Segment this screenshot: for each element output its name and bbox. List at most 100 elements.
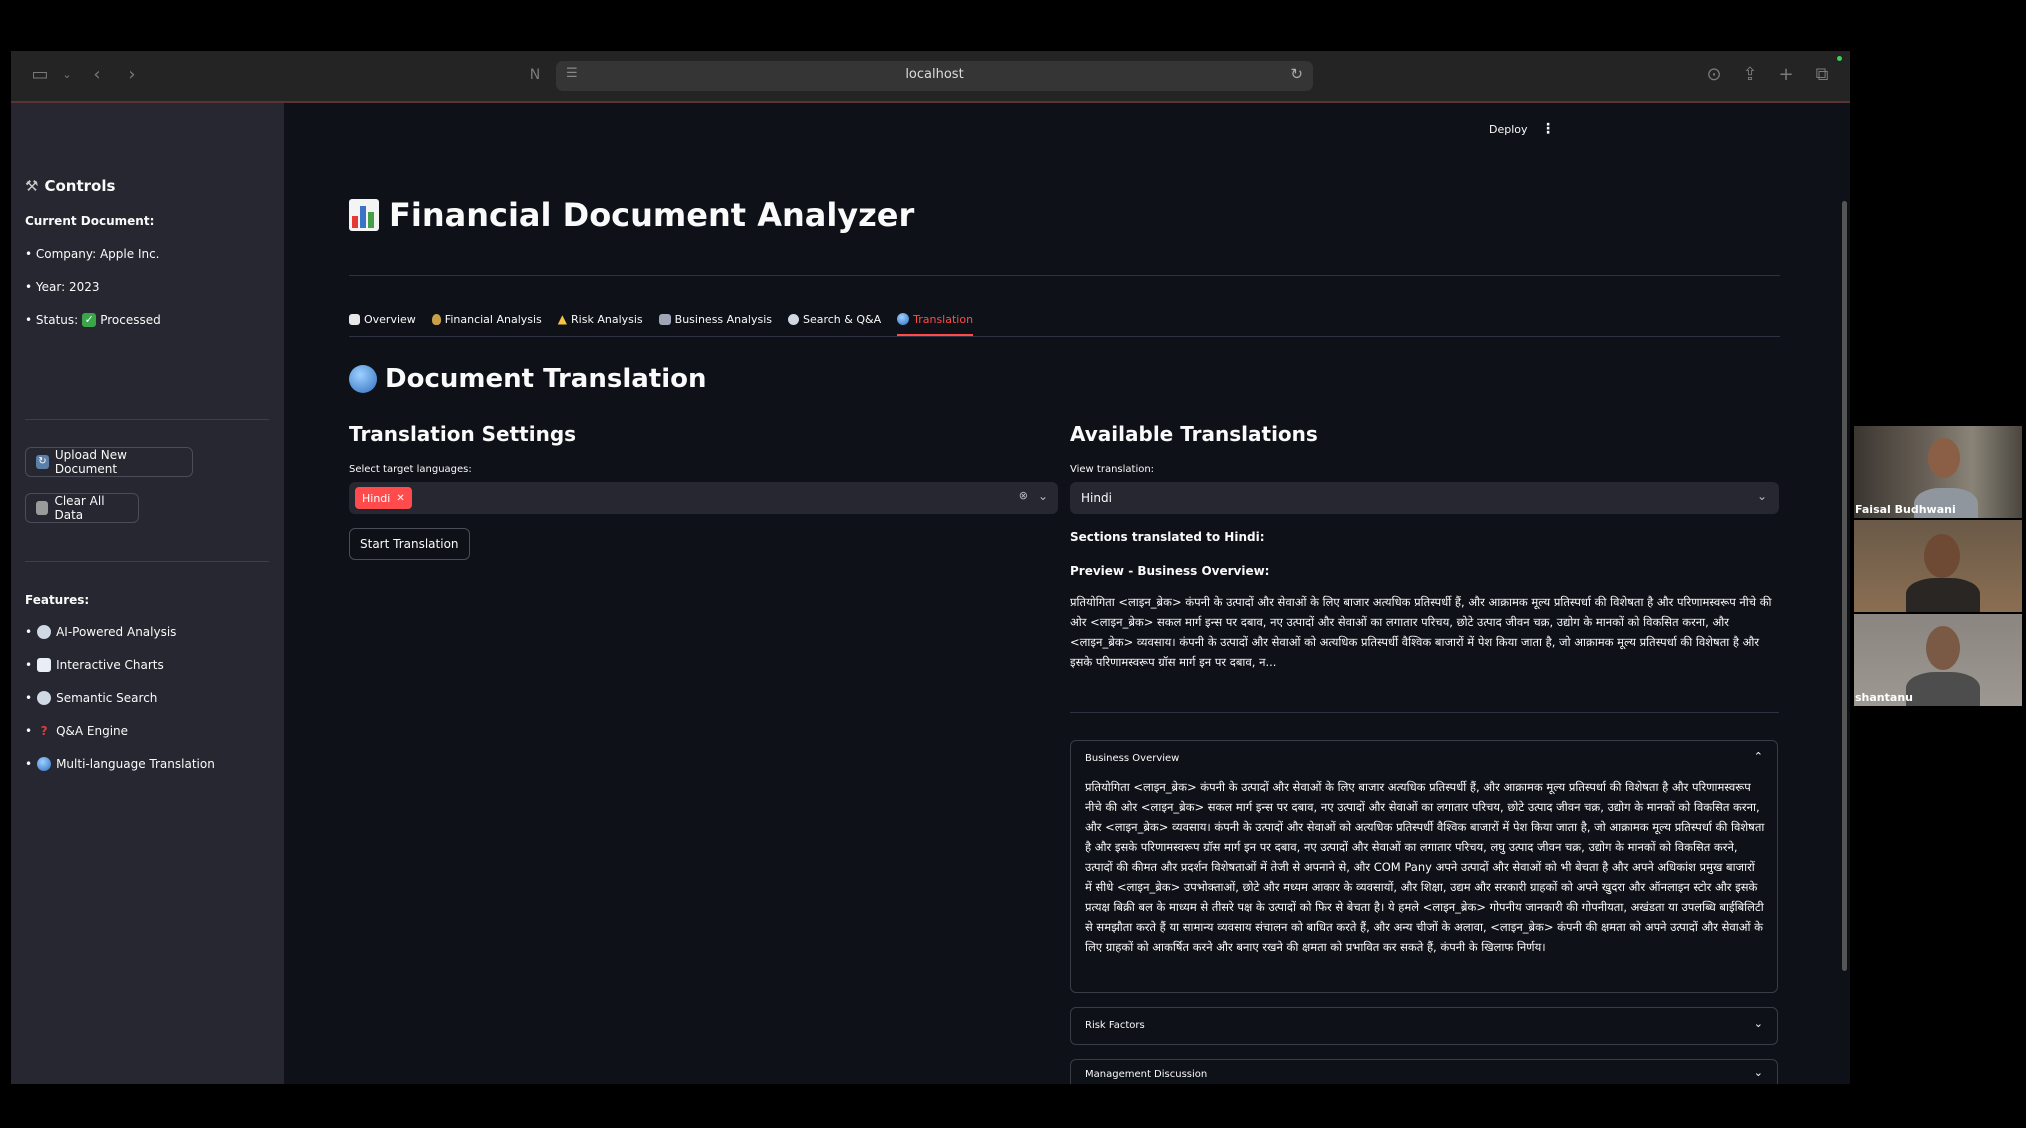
recording-indicator: [1837, 56, 1842, 61]
participant-video: [1906, 672, 1980, 706]
chevron-up-icon[interactable]: ⌃: [1754, 750, 1763, 763]
participant-name: Faisal Budhwani: [1855, 503, 1956, 516]
remove-chip-icon[interactable]: ✕: [396, 493, 404, 504]
tab-label: Overview: [364, 312, 416, 326]
notion-icon[interactable]: N: [524, 64, 546, 86]
question-icon: ?: [40, 724, 48, 738]
back-icon[interactable]: ‹: [86, 64, 108, 86]
preview-divider: [1070, 712, 1779, 713]
browser-toolbar: ▭ ⌄ ‹ › N ☰ localhost ↻ ⊙ ⇪ + ⧉: [11, 51, 1850, 103]
clear-button-label: Clear All Data: [54, 494, 105, 522]
expander-title: Management Discussion: [1085, 1069, 1208, 1080]
status-line: • Status: ✓ Processed: [25, 313, 161, 327]
screen: ▭ ⌄ ‹ › N ☰ localhost ↻ ⊙ ⇪ + ⧉ ⚒ Contro…: [0, 0, 2026, 1128]
feature-item: • Multi-language Translation: [25, 757, 215, 771]
feature-label: Q&A Engine: [56, 724, 129, 738]
tab-bar: Overview Financial Analysis ▲ Risk Analys…: [349, 312, 973, 336]
tab-financial-analysis[interactable]: Financial Analysis: [431, 312, 542, 336]
features-text: Features:: [25, 593, 90, 607]
tabs-overview-icon[interactable]: ⧉: [1811, 64, 1833, 86]
tab-risk-analysis[interactable]: ▲ Risk Analysis: [558, 312, 643, 336]
current-document-text: Current Document:: [25, 214, 155, 228]
tab-label: Translation: [913, 312, 974, 326]
sidebar: ⚒ Controls Current Document: • Company: …: [11, 103, 284, 1084]
feature-item: • Semantic Search: [25, 691, 158, 705]
tools-icon: ⚒: [25, 177, 39, 195]
download-icon[interactable]: ⊙: [1703, 64, 1725, 86]
tabs-divider: [349, 336, 1780, 337]
view-translation-select[interactable]: Hindi ⌄: [1070, 482, 1779, 514]
tab-label: Business Analysis: [674, 312, 772, 326]
current-document-label: Current Document:: [25, 214, 154, 228]
chevron-down-icon[interactable]: ⌄: [1754, 1017, 1763, 1030]
new-tab-icon[interactable]: +: [1775, 64, 1797, 86]
main-menu-icon[interactable]: ⋮: [1541, 121, 1555, 137]
chevron-down-icon[interactable]: ⌄: [1754, 1066, 1763, 1079]
tab-overview[interactable]: Overview: [349, 312, 416, 336]
upload-new-document-button[interactable]: ↻ Upload New Document: [25, 447, 193, 477]
feature-item: • AI-Powered Analysis: [25, 625, 177, 639]
feature-item: • Interactive Charts: [25, 658, 164, 672]
chevron-down-icon[interactable]: ⌄: [1757, 489, 1767, 503]
expander-body: प्रतियोगिता <लाइन_ब्रेक> कंपनी के उत्पाद…: [1085, 780, 1765, 954]
start-translation-button[interactable]: Start Translation: [349, 528, 470, 560]
clipboard-icon: [349, 313, 360, 325]
feature-label: Semantic Search: [56, 691, 158, 705]
year-line: • Year: 2023: [25, 280, 100, 294]
target-languages-multiselect[interactable]: Hindi ✕ ⊗ ⌄: [349, 482, 1058, 514]
reload-icon[interactable]: ↻: [1290, 65, 1303, 83]
expander-title: Risk Factors: [1085, 1020, 1145, 1031]
upload-button-label: Upload New Document: [54, 448, 127, 476]
globe-icon: [349, 365, 377, 393]
participant-tile[interactable]: Faisal Budhwani: [1854, 426, 2022, 518]
sections-translated-line: Sections translated to Hindi:: [1070, 530, 1265, 544]
globe-icon: [37, 757, 52, 771]
available-translations-heading: Available Translations: [1070, 422, 1318, 446]
clear-selection-icon[interactable]: ⊗: [1019, 489, 1028, 502]
target-languages-label: Select target languages:: [349, 464, 472, 475]
features-label: Features:: [25, 593, 89, 607]
participant-face: [1926, 626, 1960, 670]
preview-title: Preview - Business Overview:: [1070, 564, 1270, 578]
tab-label: Search & Q&A: [802, 312, 882, 326]
magnifier-icon: [37, 625, 52, 639]
expander-management-discussion[interactable]: Management Discussion ⌄: [1070, 1059, 1778, 1084]
participant-face: [1924, 534, 1960, 578]
bar-chart-icon: [349, 199, 379, 231]
controls-title: Controls: [44, 177, 116, 195]
selected-language-chip[interactable]: Hindi ✕: [355, 487, 412, 509]
participant-tile[interactable]: shantanu: [1854, 614, 2022, 706]
translation-settings-heading: Translation Settings: [349, 422, 577, 446]
expander-business-overview[interactable]: Business Overview ⌃ प्रतियोगिता <लाइन_ब्…: [1070, 740, 1778, 993]
forward-icon[interactable]: ›: [121, 64, 143, 86]
office-building-icon: [658, 313, 671, 325]
participant-name: shantanu: [1855, 691, 1913, 704]
expander-title: Business Overview: [1085, 753, 1180, 764]
search-icon: [787, 313, 799, 325]
section-heading: Document Translation: [349, 364, 706, 394]
tab-business-analysis[interactable]: Business Analysis: [658, 312, 772, 336]
section-title: Document Translation: [385, 364, 707, 394]
upload-icon: ↻: [36, 455, 49, 469]
tab-translation[interactable]: Translation: [897, 312, 973, 336]
expander-risk-factors[interactable]: Risk Factors ⌄: [1070, 1007, 1778, 1045]
status-value: Processed: [100, 313, 161, 327]
company-line: • Company: Apple Inc.: [25, 247, 160, 261]
chevron-down-icon[interactable]: ⌄: [1038, 489, 1048, 503]
title-divider: [349, 275, 1780, 276]
globe-icon: [897, 313, 910, 325]
sidebar-toggle-icon[interactable]: ▭: [29, 64, 51, 86]
scrollbar[interactable]: [1842, 201, 1847, 971]
chevron-down-icon[interactable]: ⌄: [56, 64, 78, 86]
tab-search-qa[interactable]: Search & Q&A: [787, 312, 882, 336]
address-bar[interactable]: ☰ localhost ↻: [556, 61, 1313, 91]
share-icon[interactable]: ⇪: [1739, 64, 1761, 86]
participant-tile[interactable]: [1854, 520, 2022, 612]
feature-label: AI-Powered Analysis: [56, 625, 177, 639]
trash-icon: [36, 501, 49, 515]
divider: [25, 561, 269, 562]
bar-chart-icon: [37, 658, 52, 672]
divider: [25, 419, 269, 420]
clear-all-data-button[interactable]: Clear All Data: [25, 493, 139, 523]
deploy-button[interactable]: Deploy: [1489, 123, 1528, 136]
